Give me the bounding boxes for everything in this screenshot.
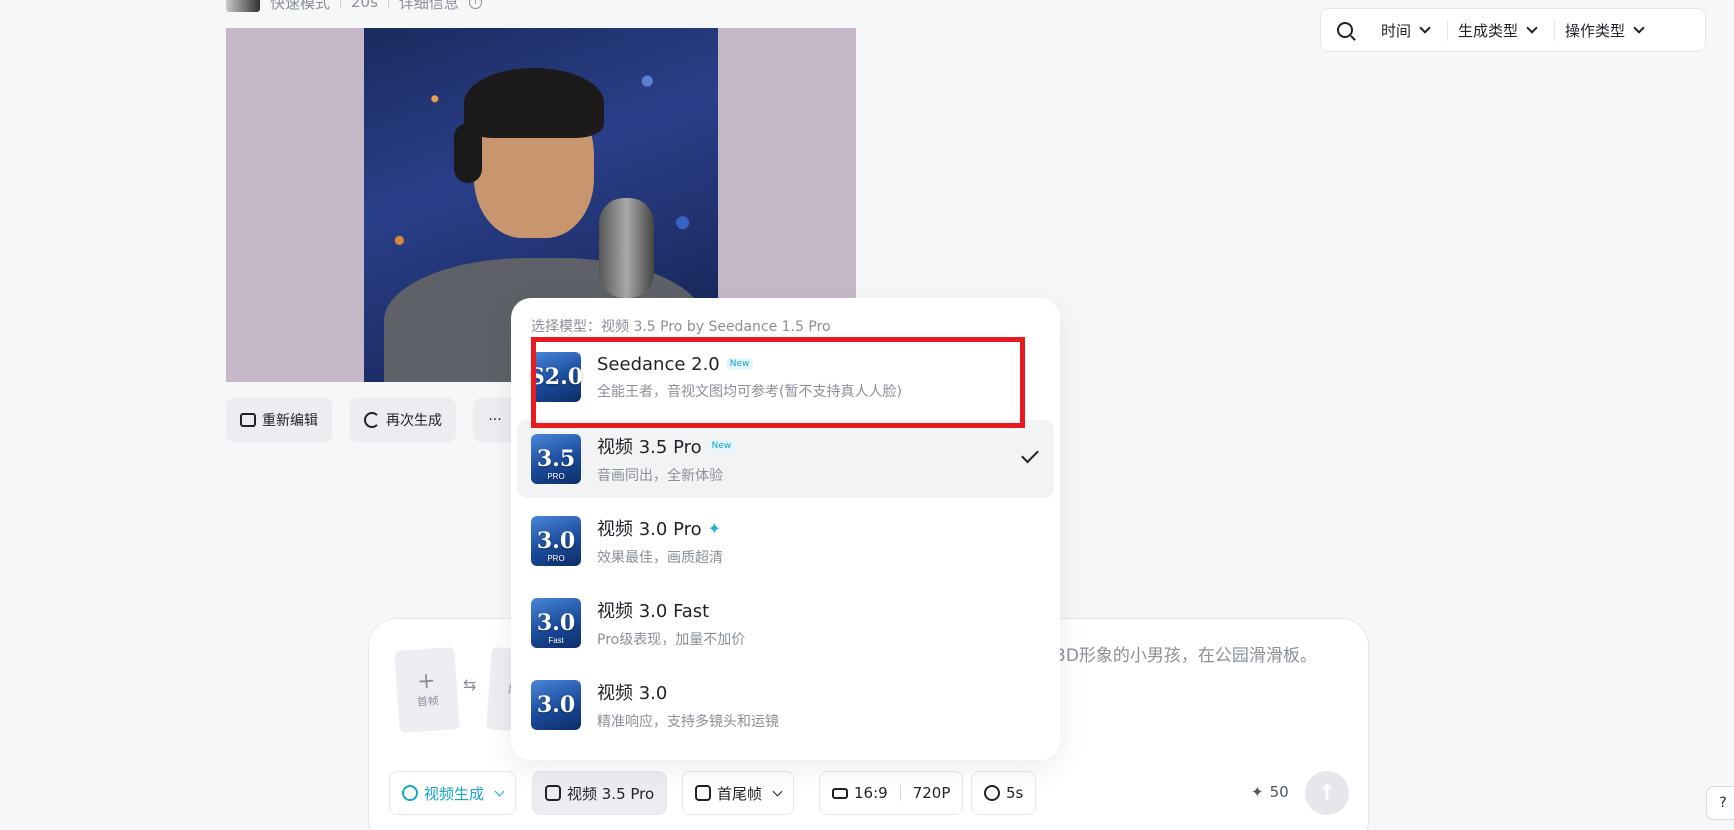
divider — [899, 785, 901, 801]
regenerate-button[interactable]: 再次生成 — [350, 398, 456, 442]
ratio-resolution-select[interactable]: 16:9 720P — [819, 771, 964, 815]
chevron-down-icon — [772, 786, 783, 796]
filter-operation-type[interactable]: 操作类型 — [1554, 19, 1653, 41]
more-icon: ··· — [488, 412, 502, 428]
aspect-ratio-icon — [832, 787, 848, 799]
duration-label: 20s — [351, 0, 378, 11]
edit-icon — [240, 413, 256, 427]
filter-time[interactable]: 时间 — [1371, 20, 1439, 41]
chevron-down-icon — [1526, 22, 1538, 34]
model-option-video-3-0-pro[interactable]: 3.0 PRO 视频 3.0 Pro ✦ 效果最佳，画质超清 — [517, 502, 1054, 580]
model-description: 效果最佳，画质超清 — [597, 550, 723, 566]
model-title: 视频 3.0 Pro — [597, 519, 702, 540]
model-description: 精准响应，支持多镜头和运镜 — [597, 714, 779, 730]
model-option-video-3-0-fast[interactable]: 3.0 Fast 视频 3.0 Fast Pro级表现，加量不加价 — [517, 584, 1054, 662]
model-title: 视频 3.0 — [597, 683, 668, 704]
arrow-up-icon: ↑ — [1317, 780, 1337, 806]
frames-select[interactable]: 首尾帧 — [682, 771, 795, 815]
chevron-down-icon — [494, 786, 505, 796]
model-option-video-3-5-pro[interactable]: 3.5 PRO 视频 3.5 Pro New 音画同出，全新体验 — [517, 420, 1054, 498]
filter-generation-type[interactable]: 生成类型 — [1447, 19, 1546, 41]
detail-link[interactable]: 详细信息 — [399, 0, 459, 13]
model-thumbnail: 3.0 Fast — [531, 598, 581, 648]
model-thumbnail: 3.0 — [531, 680, 581, 730]
send-button[interactable]: ↑ — [1305, 771, 1349, 815]
divider — [340, 0, 342, 8]
credits-cost: ✦ 50 — [1251, 783, 1289, 801]
generation-meta-row: 快速模式 20s 详细信息 i — [226, 0, 482, 12]
model-title: 视频 3.0 Fast — [597, 601, 710, 622]
search-icon[interactable] — [1337, 22, 1353, 38]
clock-icon — [984, 785, 1000, 801]
check-icon — [1021, 445, 1039, 464]
filter-bar: 时间 生成类型 操作类型 — [1320, 8, 1706, 52]
highlight-annotation — [531, 337, 1025, 428]
chevron-down-icon — [1633, 22, 1645, 34]
cube-icon — [545, 785, 561, 801]
duration-select[interactable]: 5s — [971, 771, 1037, 815]
reference-thumbnail — [226, 0, 260, 12]
model-description: Pro级表现，加量不加价 — [597, 632, 746, 648]
dropdown-header: 选择模型：视频 3.5 Pro by Seedance 1.5 Pro — [531, 319, 831, 335]
mode-select[interactable]: 视频生成 — [389, 771, 517, 815]
chevron-down-icon — [1419, 22, 1431, 34]
refresh-icon — [364, 412, 380, 428]
new-badge: New — [707, 440, 736, 452]
help-icon[interactable]: ? — [1706, 786, 1734, 820]
video-mode-icon — [402, 785, 418, 801]
first-frame-upload[interactable]: + 首帧 — [394, 647, 460, 733]
frame-icon — [695, 785, 711, 801]
microphone-graphic — [599, 198, 654, 298]
divider — [387, 0, 389, 8]
model-description: 音画同出，全新体验 — [597, 468, 723, 484]
prompt-input[interactable]: 3D形象的小男孩，在公园滑滑板。 — [1055, 641, 1317, 666]
plus-icon: + — [416, 668, 437, 695]
sparkle-icon: ✦ — [1251, 783, 1264, 801]
model-option-video-3-0[interactable]: 3.0 视频 3.0 精准响应，支持多镜头和运镜 — [517, 666, 1054, 744]
model-thumbnail: 3.5 PRO — [531, 434, 581, 484]
mode-label: 快速模式 — [270, 0, 331, 12]
model-thumbnail: 3.0 PRO — [531, 516, 581, 566]
sparkle-icon: ✦ — [707, 518, 722, 538]
info-icon[interactable]: i — [468, 0, 482, 9]
re-edit-button[interactable]: 重新编辑 — [226, 398, 332, 442]
swap-icon[interactable]: ⇆ — [463, 675, 476, 694]
model-title: 视频 3.5 Pro — [597, 437, 702, 458]
model-select[interactable]: 视频 3.5 Pro — [532, 771, 668, 815]
